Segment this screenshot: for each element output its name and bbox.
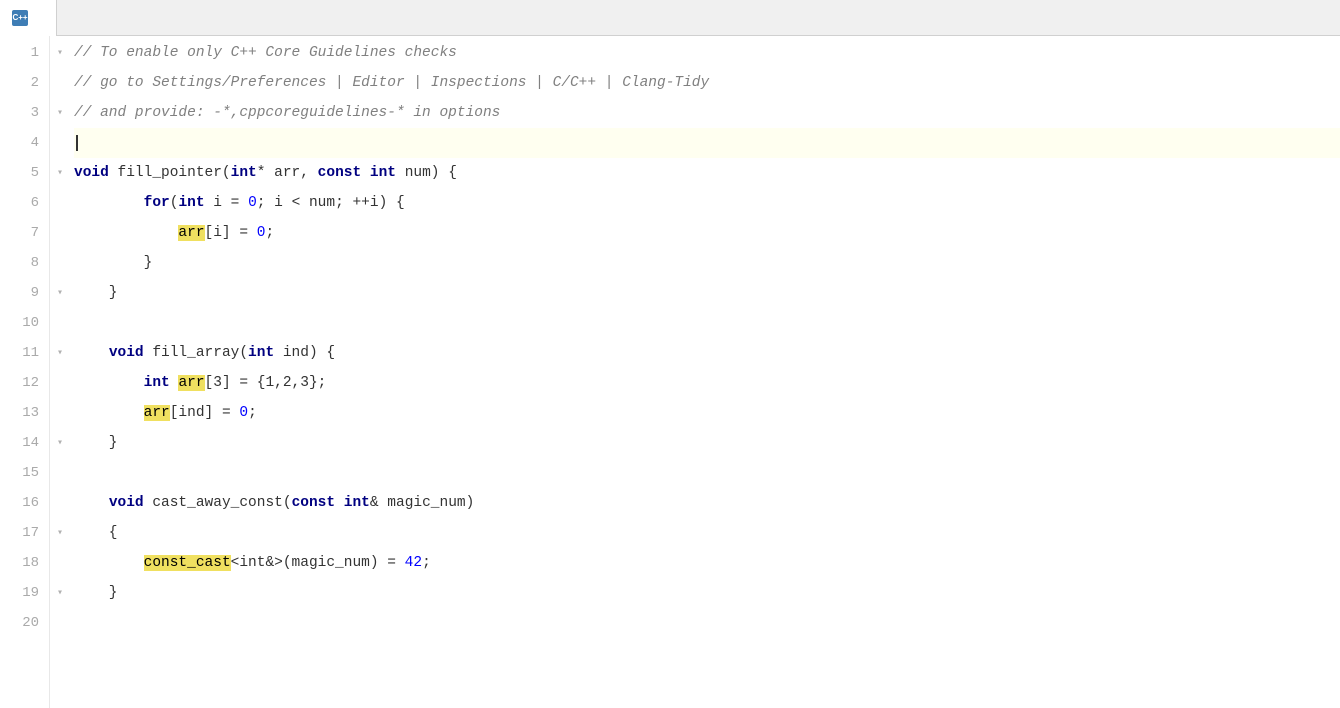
code-line: const_cast<int&>(magic_num) = 42; xyxy=(74,548,1340,578)
code-line: int arr[3] = {1,2,3}; xyxy=(74,368,1340,398)
code-line: // go to Settings/Preferences | Editor |… xyxy=(74,68,1340,98)
line-number: 16 xyxy=(0,488,39,518)
code-line: } xyxy=(74,578,1340,608)
code-line xyxy=(74,128,1340,158)
fold-arrow[interactable]: ▾ xyxy=(50,38,70,68)
code-line: { xyxy=(74,518,1340,548)
line-number: 15 xyxy=(0,458,39,488)
code-line: } xyxy=(74,278,1340,308)
line-number: 2 xyxy=(0,68,39,98)
line-number: 13 xyxy=(0,398,39,428)
tab-bar: C++ xyxy=(0,0,1340,36)
line-number: 7 xyxy=(0,218,39,248)
fold-arrow xyxy=(50,68,70,98)
code-line: for(int i = 0; i < num; ++i) { xyxy=(74,188,1340,218)
file-tab[interactable]: C++ xyxy=(0,0,57,36)
line-numbers: 1234567891011121314151617181920 xyxy=(0,36,50,708)
fold-arrow[interactable]: ▾ xyxy=(50,278,70,308)
code-line: void fill_pointer(int* arr, const int nu… xyxy=(74,158,1340,188)
fold-arrow xyxy=(50,548,70,578)
fold-arrow[interactable]: ▾ xyxy=(50,428,70,458)
line-number: 19 xyxy=(0,578,39,608)
code-line: void cast_away_const(const int& magic_nu… xyxy=(74,488,1340,518)
fold-arrow xyxy=(50,308,70,338)
line-number: 8 xyxy=(0,248,39,278)
cpp-file-icon: C++ xyxy=(12,10,28,26)
fold-arrow[interactable]: ▾ xyxy=(50,338,70,368)
line-number: 9 xyxy=(0,278,39,308)
fold-arrow xyxy=(50,248,70,278)
code-line: } xyxy=(74,248,1340,278)
line-number: 11 xyxy=(0,338,39,368)
line-number: 3 xyxy=(0,98,39,128)
line-number: 14 xyxy=(0,428,39,458)
fold-arrow[interactable]: ▾ xyxy=(50,518,70,548)
line-number: 17 xyxy=(0,518,39,548)
fold-arrow xyxy=(50,218,70,248)
line-number: 4 xyxy=(0,128,39,158)
fold-arrow xyxy=(50,368,70,398)
fold-arrow xyxy=(50,458,70,488)
editor-body: 1234567891011121314151617181920 ▾▾▾▾▾▾▾▾… xyxy=(0,36,1340,708)
code-line xyxy=(74,608,1340,638)
fold-arrow[interactable]: ▾ xyxy=(50,98,70,128)
code-line: arr[i] = 0; xyxy=(74,218,1340,248)
code-line: arr[ind] = 0; xyxy=(74,398,1340,428)
code-line: } xyxy=(74,428,1340,458)
fold-arrow[interactable]: ▾ xyxy=(50,578,70,608)
code-line xyxy=(74,458,1340,488)
line-number: 6 xyxy=(0,188,39,218)
fold-arrow xyxy=(50,188,70,218)
fold-arrow xyxy=(50,128,70,158)
fold-arrow[interactable]: ▾ xyxy=(50,158,70,188)
code-line: void fill_array(int ind) { xyxy=(74,338,1340,368)
fold-arrow xyxy=(50,488,70,518)
editor-window: C++ 1234567891011121314151617181920 ▾▾▾▾… xyxy=(0,0,1340,708)
line-number: 5 xyxy=(0,158,39,188)
line-number: 10 xyxy=(0,308,39,338)
line-number: 1 xyxy=(0,38,39,68)
line-number: 12 xyxy=(0,368,39,398)
code-line: // and provide: -*,cppcoreguidelines-* i… xyxy=(74,98,1340,128)
code-area[interactable]: // To enable only C++ Core Guidelines ch… xyxy=(70,36,1340,708)
line-number: 18 xyxy=(0,548,39,578)
fold-arrow xyxy=(50,398,70,428)
fold-arrow xyxy=(50,608,70,638)
line-number: 20 xyxy=(0,608,39,638)
gutter: ▾ ▾ ▾ ▾ ▾ ▾ ▾ ▾ xyxy=(50,36,70,708)
code-line: // To enable only C++ Core Guidelines ch… xyxy=(74,38,1340,68)
code-line xyxy=(74,308,1340,338)
tab-close-button[interactable] xyxy=(40,16,44,20)
